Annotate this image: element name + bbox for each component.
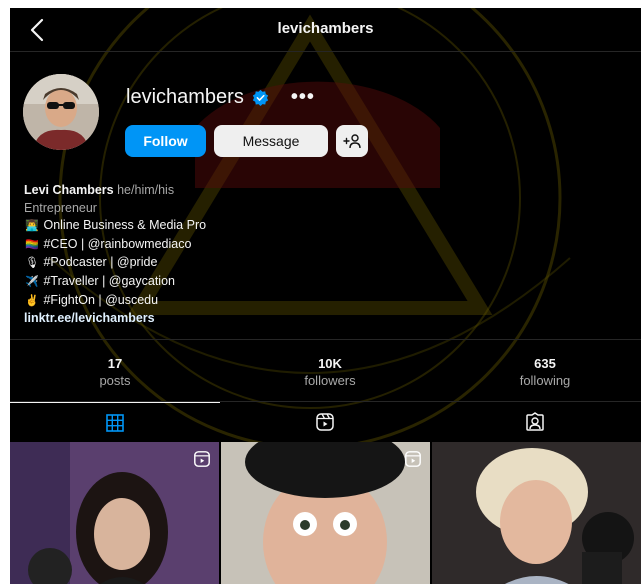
profile-screen: levichambers levichambers ••• Follow Mes… xyxy=(10,8,641,584)
avatar-photo xyxy=(23,74,99,150)
suggested-users-button[interactable] xyxy=(336,125,368,157)
stat-label: followers xyxy=(304,373,356,388)
post-image xyxy=(10,442,219,584)
bio-line: 🏳️‍🌈 #CEO | @rainbowmediaco xyxy=(24,236,424,255)
pronouns: he/him/his xyxy=(117,183,175,197)
bio-line: ✈️ #Traveller | @gaycation xyxy=(24,273,424,292)
username-row: levichambers ••• xyxy=(126,84,315,110)
bio-line-text: #FightOn | @uscedu xyxy=(43,292,159,307)
verified-badge-icon xyxy=(252,89,268,106)
profile-stats: 17 posts 10K followers 635 following xyxy=(10,339,641,399)
avatar[interactable] xyxy=(23,74,99,150)
full-name: Levi Chambers xyxy=(24,183,114,197)
posts-grid xyxy=(10,442,641,584)
top-bar: levichambers xyxy=(10,8,641,52)
stat-posts[interactable]: 17 posts xyxy=(55,356,175,388)
category-label: Entrepreneur xyxy=(24,200,97,215)
profile-bio: Levi Chambers he/him/his Entrepreneur 👨‍… xyxy=(24,182,424,328)
tab-reels[interactable] xyxy=(220,402,430,442)
stat-following[interactable]: 635 following xyxy=(485,356,605,388)
page-title: levichambers xyxy=(277,20,374,37)
reel-indicator-icon xyxy=(405,451,421,467)
post-thumbnail[interactable] xyxy=(432,442,641,584)
rainbow-flag-emoji: 🏳️‍🌈 xyxy=(25,238,39,251)
tagged-icon xyxy=(526,412,544,431)
profile-tabs xyxy=(10,401,641,441)
stat-value: 635 xyxy=(534,356,556,371)
post-thumbnail[interactable] xyxy=(221,442,430,584)
bio-line-text: #Podcaster | @pride xyxy=(43,255,158,270)
add-user-icon xyxy=(343,134,361,149)
tab-tagged[interactable] xyxy=(430,402,640,442)
bio-name-line: Levi Chambers he/him/his xyxy=(24,182,424,200)
technologist-emoji: 👨‍💻 xyxy=(25,220,39,233)
stat-followers[interactable]: 10K followers xyxy=(270,356,390,388)
victory-hand-emoji: ✌️ xyxy=(25,294,39,307)
bio-line-text: #Traveller | @gaycation xyxy=(43,273,175,288)
microphone-emoji: 🎙 xyxy=(25,257,39,270)
follow-button[interactable]: Follow xyxy=(125,125,206,157)
bio-line-text: #CEO | @rainbowmediaco xyxy=(43,236,192,251)
stat-label: posts xyxy=(99,373,131,388)
bio-line-text: Online Business & Media Pro xyxy=(43,218,207,233)
airplane-emoji: ✈️ xyxy=(25,275,39,288)
reels-icon xyxy=(316,413,334,431)
reel-indicator-icon xyxy=(194,451,210,467)
bio-line: 👨‍💻 Online Business & Media Pro xyxy=(24,217,424,236)
grid-icon xyxy=(106,413,124,432)
post-image xyxy=(432,442,641,584)
message-button[interactable]: Message xyxy=(214,125,328,157)
more-options-icon[interactable]: ••• xyxy=(291,86,315,109)
post-thumbnail[interactable] xyxy=(10,442,219,584)
tab-posts[interactable] xyxy=(10,402,220,442)
stat-value: 10K xyxy=(318,356,342,371)
bio-line: 🎙 #Podcaster | @pride xyxy=(24,254,424,273)
bio-link[interactable]: linktr.ee/levichambers xyxy=(24,310,424,328)
post-image xyxy=(221,442,430,584)
stat-value: 17 xyxy=(107,356,123,371)
profile-username: levichambers xyxy=(126,85,244,108)
stat-label: following xyxy=(519,373,571,388)
bio-line: ✌️ #FightOn | @uscedu xyxy=(24,292,424,311)
